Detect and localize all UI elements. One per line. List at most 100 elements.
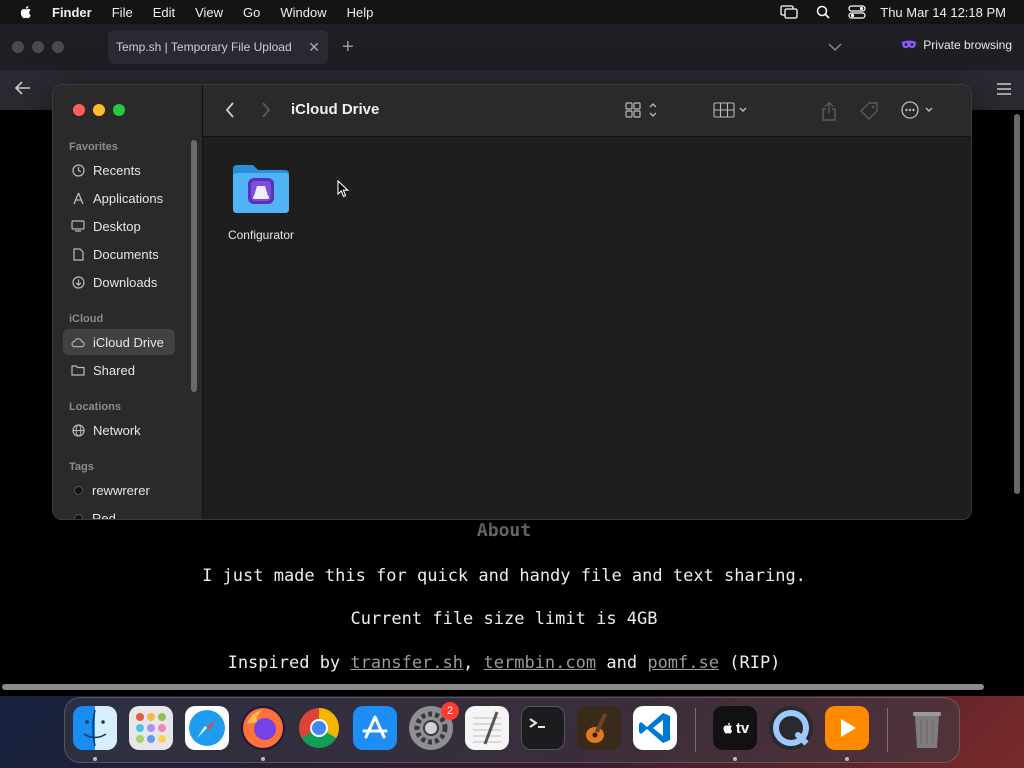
browser-tab[interactable]: Temp.sh | Temporary File Upload ✕ bbox=[108, 30, 328, 64]
finder-toolbar: iCloud Drive bbox=[203, 85, 971, 137]
safari-compass-icon bbox=[189, 710, 225, 746]
horizontal-scrollbar[interactable] bbox=[2, 684, 984, 690]
window-title: iCloud Drive bbox=[291, 101, 380, 118]
browser-zoom-button[interactable] bbox=[52, 41, 64, 53]
apple-logo-icon[interactable] bbox=[18, 4, 34, 20]
spotlight-search-icon[interactable] bbox=[814, 4, 832, 20]
sidebar-item-icloud-drive[interactable]: iCloud Drive bbox=[63, 329, 175, 355]
new-tab-button[interactable]: + bbox=[342, 36, 354, 59]
tag-color-dot bbox=[74, 513, 83, 519]
menu-help[interactable]: Help bbox=[341, 5, 380, 20]
browser-minimize-button[interactable] bbox=[32, 41, 44, 53]
sidebar-item-network[interactable]: Network bbox=[63, 417, 175, 443]
dock-app-store[interactable] bbox=[353, 706, 397, 750]
sidebar-item-label: Red bbox=[92, 510, 116, 520]
sidebar-item-applications[interactable]: Applications bbox=[63, 185, 175, 211]
sidebar-item-downloads[interactable]: Downloads bbox=[63, 269, 175, 295]
menu-bar-clock[interactable]: Thu Mar 14 12:18 PM bbox=[880, 5, 1006, 20]
forward-chevron-icon[interactable] bbox=[261, 101, 271, 119]
link-transfer-sh[interactable]: transfer.sh bbox=[350, 653, 463, 673]
more-actions-icon[interactable] bbox=[901, 101, 937, 119]
sidebar-item-label: Shared bbox=[93, 362, 135, 378]
menu-edit[interactable]: Edit bbox=[147, 5, 181, 20]
dock-finder[interactable] bbox=[73, 706, 117, 750]
dock-firefox[interactable] bbox=[241, 706, 285, 750]
dock-vscode[interactable] bbox=[633, 706, 677, 750]
dock-garageband[interactable] bbox=[577, 706, 621, 750]
dock-safari[interactable] bbox=[185, 706, 229, 750]
menu-view[interactable]: View bbox=[189, 5, 229, 20]
sidebar-tag-red[interactable]: Red bbox=[63, 505, 175, 520]
network-icon bbox=[71, 423, 85, 437]
running-indicator bbox=[93, 757, 97, 761]
apple-tv-logo-icon bbox=[723, 722, 732, 734]
menu-go[interactable]: Go bbox=[237, 5, 266, 20]
rip-text: (RIP) bbox=[729, 653, 781, 673]
sidebar-item-documents[interactable]: Documents bbox=[63, 241, 175, 267]
apple-tv-label: tv bbox=[735, 719, 750, 737]
dock-quicktime[interactable] bbox=[769, 706, 813, 750]
dock-chrome[interactable] bbox=[297, 706, 341, 750]
share-icon[interactable] bbox=[821, 101, 837, 121]
link-termbin[interactable]: termbin.com bbox=[484, 653, 597, 673]
quicktime-icon bbox=[773, 710, 809, 746]
sidebar-tag-rewwrerer[interactable]: rewwrerer bbox=[63, 477, 175, 503]
sidebar-section-locations: Locations bbox=[69, 401, 121, 413]
window-minimize-button[interactable] bbox=[93, 104, 105, 116]
launchpad-grid-icon bbox=[136, 713, 166, 743]
sidebar-item-desktop[interactable]: Desktop bbox=[63, 213, 175, 239]
dock: 2 tv bbox=[64, 697, 960, 763]
menu-file[interactable]: File bbox=[106, 5, 139, 20]
menu-window[interactable]: Window bbox=[274, 5, 332, 20]
dock-textedit[interactable] bbox=[465, 706, 509, 750]
sidebar-item-recents[interactable]: Recents bbox=[63, 157, 175, 183]
finder-window: Favorites Recents Applications Desktop D… bbox=[52, 84, 972, 520]
about-line-2: Current file size limit is 4GB bbox=[350, 609, 658, 629]
group-by-icon[interactable] bbox=[713, 101, 749, 119]
window-close-button[interactable] bbox=[73, 104, 85, 116]
vscode-icon bbox=[639, 713, 670, 743]
screen-mirroring-icon[interactable] bbox=[780, 4, 798, 20]
menu-app-finder[interactable]: Finder bbox=[46, 5, 98, 20]
download-icon bbox=[71, 275, 85, 289]
about-line-3: Inspired by transfer.sh, termbin.com and… bbox=[0, 653, 1008, 673]
applications-icon bbox=[71, 191, 85, 205]
file-item-configurator[interactable]: Configurator bbox=[221, 163, 301, 242]
dock-apple-tv[interactable]: tv bbox=[713, 706, 757, 750]
menu-bar: Finder File Edit View Go Window Help Thu… bbox=[0, 0, 1024, 24]
chevron-down-icon[interactable] bbox=[828, 38, 842, 56]
menu-icon[interactable] bbox=[996, 82, 1012, 101]
sidebar-scrollbar[interactable] bbox=[191, 140, 197, 392]
dock-separator bbox=[887, 708, 888, 752]
window-zoom-button[interactable] bbox=[113, 104, 125, 116]
finder-sidebar: Favorites Recents Applications Desktop D… bbox=[53, 85, 203, 520]
link-pomf[interactable]: pomf.se bbox=[647, 653, 719, 673]
sidebar-item-label: Network bbox=[93, 422, 141, 438]
sidebar-item-label: rewwrerer bbox=[92, 482, 150, 498]
sidebar-item-label: Recents bbox=[93, 162, 141, 178]
dock-trash[interactable] bbox=[905, 706, 949, 750]
dock-launchpad[interactable] bbox=[129, 706, 173, 750]
control-center-icon[interactable] bbox=[848, 4, 866, 20]
folder-icon bbox=[233, 165, 289, 213]
back-chevron-icon[interactable] bbox=[225, 101, 235, 119]
sidebar-item-shared[interactable]: Shared bbox=[63, 357, 175, 383]
desktop-icon bbox=[71, 219, 85, 233]
clock-icon bbox=[71, 163, 85, 177]
tab-close-button[interactable]: ✕ bbox=[308, 39, 320, 56]
firefox-icon bbox=[243, 708, 283, 748]
private-browsing-label: Private browsing bbox=[923, 38, 1012, 52]
vertical-scrollbar[interactable] bbox=[1014, 114, 1020, 494]
tag-icon[interactable] bbox=[859, 101, 879, 121]
finder-face-icon bbox=[83, 709, 107, 747]
back-arrow-icon[interactable] bbox=[14, 80, 32, 101]
sidebar-item-label: Applications bbox=[93, 190, 164, 206]
dock-terminal[interactable] bbox=[521, 706, 565, 750]
inspired-by-text: Inspired by bbox=[227, 653, 341, 673]
browser-close-button[interactable] bbox=[12, 41, 24, 53]
icon-view-toggle-icon[interactable] bbox=[625, 101, 659, 119]
chrome-icon bbox=[299, 708, 339, 748]
dock-infuse[interactable] bbox=[825, 706, 869, 750]
running-indicator bbox=[261, 757, 265, 761]
private-mask-icon bbox=[902, 40, 917, 49]
